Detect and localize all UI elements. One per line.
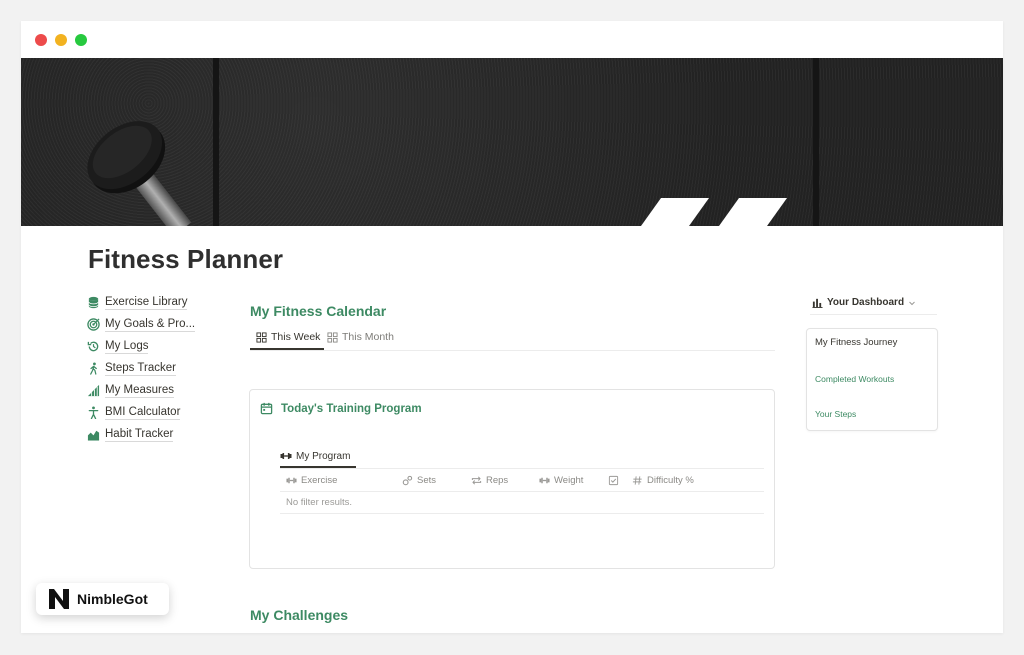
close-window-button[interactable] [35,34,47,46]
dashboard-toggle[interactable]: Your Dashboard [812,297,916,308]
dashboard-card-title: My Fitness Journey [815,337,898,348]
hash-icon [632,475,642,485]
sidebar-item-bmi-calculator[interactable]: BMI Calculator [87,401,247,423]
cover-image [21,58,1003,226]
checkbox-icon [608,475,619,485]
brand-logo-icon [49,589,69,609]
sidebar-item-label: Habit Tracker [105,427,174,442]
training-program-card: Today's Training Program My Program Exer… [249,389,775,569]
column-label: Sets [417,474,437,486]
challenges-title: My Challenges [250,607,349,623]
sidebar-item-label: BMI Calculator [105,405,181,420]
sidebar-item-measures[interactable]: My Measures [87,379,247,401]
tab-label: My Program [296,450,351,462]
training-title-text: Today's Training Program [281,402,422,415]
sidebar-item-steps-tracker[interactable]: Steps Tracker [87,357,247,379]
column-label: Exercise [301,474,338,486]
grid-icon [256,331,267,343]
column-header-reps[interactable]: Reps [471,469,508,491]
column-label: Difficulty % [647,474,694,486]
target-icon [87,317,100,331]
table-header: Exercise Sets Reps Weight Difficulty % [280,469,764,492]
tab-label: This Week [271,331,321,343]
training-title: Today's Training Program [260,402,422,415]
tab-label: This Month [342,331,394,343]
divider [810,314,937,315]
app-window: Fitness Planner Exercise Library My Goal… [21,21,1003,633]
minimize-window-button[interactable] [55,34,67,46]
empty-state-row: No filter results. [280,492,764,514]
column-header-sets[interactable]: Sets [402,469,436,491]
database-icon [88,296,99,308]
cover-seam [813,58,819,226]
sidebar-item-label: Steps Tracker [105,361,176,376]
column-header-checkbox[interactable] [608,469,623,491]
column-header-difficulty[interactable]: Difficulty % [632,469,694,491]
sidebar-item-logs[interactable]: My Logs [87,335,247,357]
sidebar-item-label: Exercise Library [105,295,188,310]
stripe-decoration [641,198,787,226]
calendar-icon [260,402,273,415]
repeat-icon [471,475,482,485]
dumbbell-icon [286,477,297,483]
sidebar-item-habit-tracker[interactable]: Habit Tracker [87,423,247,445]
tab-this-week[interactable]: This Week [250,326,325,350]
completed-workouts-link[interactable]: Completed Workouts [815,374,894,384]
sidebar-item-label: My Logs [105,339,149,354]
history-icon [87,341,99,351]
dumbbell-icon [87,121,192,226]
sidebar-item-goals[interactable]: My Goals & Pro... [87,313,247,335]
your-steps-link[interactable]: Your Steps [815,409,856,419]
column-header-exercise[interactable]: Exercise [286,469,337,491]
chevron-down-icon [909,301,915,305]
column-header-weight[interactable]: Weight [539,469,583,491]
sidebar: Exercise Library My Goals & Pro... My Lo… [87,291,247,445]
dumbbell-icon [280,453,292,459]
bar-chart-icon [812,298,823,308]
brand-name: NimbleGot [77,591,148,607]
maximize-window-button[interactable] [75,34,87,46]
column-label: Reps [486,474,509,486]
dashboard-title: Your Dashboard [827,297,905,308]
tab-this-month[interactable]: This Month [327,326,394,348]
area-chart-icon [87,430,100,441]
grid-icon [327,331,338,343]
bar-growth-icon [87,384,100,396]
column-label: Weight [554,474,584,486]
dashboard-card: My Fitness Journey Completed Workouts Yo… [806,328,938,431]
title-bar [21,21,1003,58]
person-icon [88,405,99,419]
walking-icon [90,361,97,375]
sidebar-item-label: My Goals & Pro... [105,317,196,332]
brand-badge: NimbleGot [36,583,169,615]
calendar-title: My Fitness Calendar [250,303,387,319]
gears-icon [402,475,413,485]
sidebar-item-exercise-library[interactable]: Exercise Library [87,291,247,313]
sidebar-item-label: My Measures [105,383,175,398]
page-title: Fitness Planner [88,244,284,274]
calendar-tabs: This Week This Month [250,326,775,351]
dumbbell-icon [539,477,550,483]
tab-my-program[interactable]: My Program [280,446,357,468]
